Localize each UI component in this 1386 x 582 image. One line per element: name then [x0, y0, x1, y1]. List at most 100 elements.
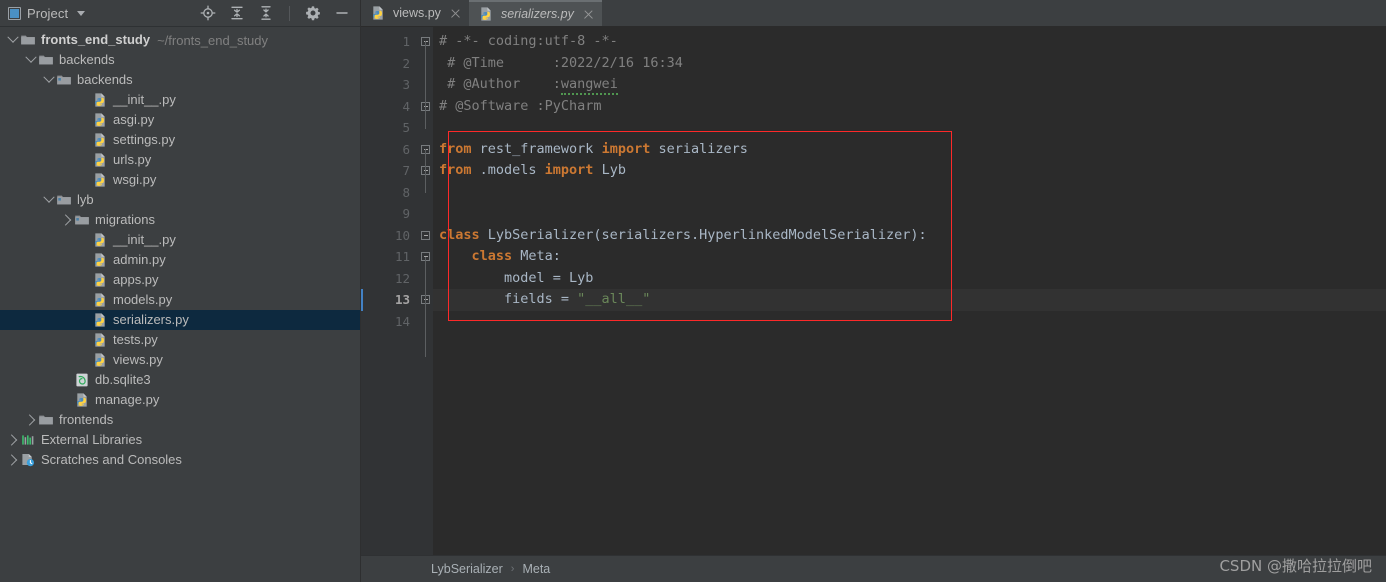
- fold-cell[interactable]: [419, 225, 433, 247]
- python-icon: [95, 93, 105, 107]
- fold-cell[interactable]: [419, 117, 433, 139]
- chevron-right-icon[interactable]: [59, 210, 74, 230]
- code-line[interactable]: # @Author :wangwei: [433, 74, 1386, 96]
- fold-cell[interactable]: [419, 53, 433, 75]
- expand-all-icon[interactable]: [229, 5, 245, 21]
- tree-item-admin-py[interactable]: admin.py: [0, 250, 360, 270]
- tree-item--init-py[interactable]: __init__.py: [0, 90, 360, 110]
- close-icon[interactable]: [450, 8, 461, 19]
- code-line[interactable]: class Meta:: [433, 246, 1386, 268]
- code-text-area[interactable]: # -*- coding:utf-8 -*- # @Time :2022/2/1…: [433, 27, 1386, 555]
- line-number: 1: [402, 34, 410, 49]
- tree-item-db-sqlite3[interactable]: db.sqlite3: [0, 370, 360, 390]
- tree-item-backends[interactable]: backends: [0, 50, 360, 70]
- line-number: 8: [402, 184, 410, 200]
- tree-item-migrations[interactable]: migrations: [0, 210, 360, 230]
- locate-icon[interactable]: [200, 5, 216, 21]
- fold-cell[interactable]: [419, 96, 433, 118]
- code-line[interactable]: # -*- coding:utf-8 -*-: [433, 31, 1386, 53]
- code-line[interactable]: fields = "__all__": [433, 289, 1386, 311]
- line-number: 10: [394, 227, 410, 243]
- fold-cell[interactable]: [419, 289, 433, 311]
- editor-tab-serializers-py[interactable]: serializers.py: [468, 0, 602, 26]
- module-icon: [75, 215, 89, 225]
- tree-item-lyb[interactable]: lyb: [0, 190, 360, 210]
- project-file-tree[interactable]: fronts_end_study ~/fronts_end_study backen…: [0, 27, 360, 582]
- code-token: serializers: [650, 140, 748, 157]
- folder-icon: [21, 35, 35, 45]
- fold-guide-line: [425, 149, 426, 171]
- editor-tab-views-py[interactable]: views.py: [361, 0, 469, 26]
- tree-item-settings-py[interactable]: settings.py: [0, 130, 360, 150]
- project-panel-title-group[interactable]: Project: [8, 5, 86, 21]
- minimize-icon[interactable]: [334, 5, 350, 21]
- chevron-right-icon[interactable]: [23, 410, 38, 430]
- chevron-down-icon[interactable]: [24, 50, 38, 70]
- code-token: class: [471, 248, 513, 264]
- code-line[interactable]: model = Lyb: [433, 268, 1386, 290]
- chevron-down-icon[interactable]: [6, 30, 20, 50]
- fold-cell[interactable]: [419, 74, 433, 96]
- tree-item-scratches-and-consoles[interactable]: Scratches and Consoles: [0, 450, 360, 470]
- tree-item-apps-py[interactable]: apps.py: [0, 270, 360, 290]
- fold-cell[interactable]: [419, 311, 433, 333]
- python-icon: [95, 273, 105, 287]
- tree-item--init-py[interactable]: __init__.py: [0, 230, 360, 250]
- fold-cell[interactable]: [419, 203, 433, 225]
- tree-item-label: settings.py: [113, 132, 176, 147]
- close-icon[interactable]: [583, 9, 594, 20]
- tree-item-frontends[interactable]: frontends: [0, 410, 360, 430]
- code-line[interactable]: # @Software :PyCharm: [433, 96, 1386, 118]
- breadcrumb-item[interactable]: Meta: [522, 562, 550, 576]
- gear-icon[interactable]: [305, 5, 321, 21]
- tree-item-label: manage.py: [95, 392, 160, 407]
- editor-viewport[interactable]: 1 2 3 4 5 6 7 8 9 10 11 12 13 14 # -*- coding:utf-8 -…: [361, 27, 1386, 555]
- code-line[interactable]: [433, 117, 1386, 139]
- tree-item-wsgi-py[interactable]: wsgi.py: [0, 170, 360, 190]
- tree-item-backends[interactable]: backends: [0, 70, 360, 90]
- chevron-right-icon[interactable]: [5, 430, 20, 450]
- fold-cell[interactable]: [419, 139, 433, 161]
- tree-item-views-py[interactable]: views.py: [0, 350, 360, 370]
- chevron-right-icon[interactable]: [5, 450, 20, 470]
- tree-item-urls-py[interactable]: urls.py: [0, 150, 360, 170]
- line-number: 5: [402, 120, 410, 135]
- code-line[interactable]: # @Time :2022/2/16 16:34: [433, 53, 1386, 75]
- python-icon: [77, 393, 87, 407]
- fold-cell[interactable]: [419, 268, 433, 290]
- tree-item-tests-py[interactable]: tests.py: [0, 330, 360, 350]
- code-line[interactable]: from rest_framework import serializers: [433, 139, 1386, 161]
- fold-cell[interactable]: [419, 160, 433, 182]
- tree-item-external-libraries[interactable]: External Libraries: [0, 430, 360, 450]
- tree-item-manage-py[interactable]: manage.py: [0, 390, 360, 410]
- chevron-down-icon[interactable]: [77, 10, 86, 16]
- tree-item-asgi-py[interactable]: asgi.py: [0, 110, 360, 130]
- code-token: "__all__": [577, 291, 651, 307]
- tree-item-serializers-py[interactable]: serializers.py: [0, 310, 360, 330]
- chevron-down-icon[interactable]: [42, 70, 56, 90]
- tree-item-label: __init__.py: [113, 92, 176, 107]
- toolbar-divider: [289, 5, 290, 21]
- tree-item-fronts-end-study[interactable]: fronts_end_study ~/fronts_end_study: [0, 30, 360, 50]
- code-line[interactable]: [433, 203, 1386, 225]
- collapse-all-icon[interactable]: [258, 5, 274, 21]
- fold-toggle-icon[interactable]: [421, 230, 430, 240]
- tree-item-models-py[interactable]: models.py: [0, 290, 360, 310]
- fold-cell[interactable]: [419, 31, 433, 53]
- line-number: 11: [394, 249, 410, 264]
- code-line[interactable]: [433, 182, 1386, 204]
- breadcrumb-item[interactable]: LybSerializer: [431, 562, 503, 576]
- chevron-down-icon[interactable]: [42, 190, 56, 210]
- fold-cell[interactable]: [419, 182, 433, 204]
- code-folding-strip[interactable]: [419, 27, 433, 555]
- line-number: 9: [402, 206, 410, 221]
- fold-cell[interactable]: [419, 246, 433, 268]
- code-line[interactable]: [433, 311, 1386, 333]
- code-line[interactable]: class LybSerializer(serializers.Hyperlin…: [433, 225, 1386, 247]
- project-panel-label: Project: [27, 5, 69, 21]
- code-line[interactable]: from .models import Lyb: [433, 160, 1386, 182]
